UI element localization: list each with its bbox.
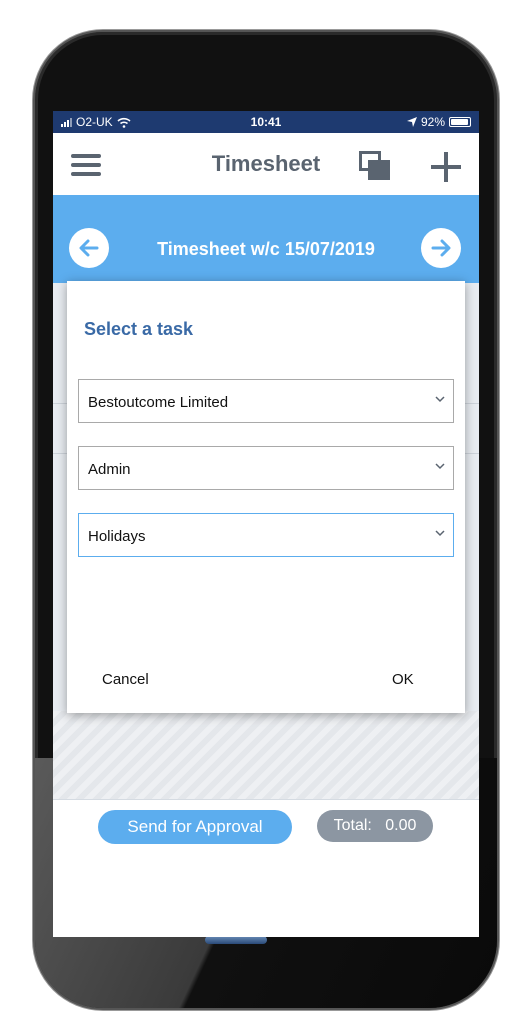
copy-icon[interactable] — [359, 151, 391, 181]
week-title: Timesheet w/c 15/07/2019 — [157, 239, 375, 259]
chevron-down-icon — [433, 459, 447, 473]
ok-button[interactable]: OK — [392, 671, 414, 688]
add-icon[interactable] — [431, 152, 461, 182]
battery-percent: 92% — [420, 115, 445, 129]
home-indicator[interactable] — [205, 936, 267, 944]
task-select[interactable]: Holidays — [78, 513, 454, 557]
hatched-area — [53, 711, 479, 799]
project-select-value: Admin — [88, 461, 131, 478]
location-arrow-icon — [406, 117, 417, 127]
status-bar: O2-UK 10:41 92% — [53, 111, 479, 133]
client-select[interactable]: Bestoutcome Limited — [78, 379, 454, 423]
phone-screen: O2-UK 10:41 92% Timesheet Timesheet w/c … — [53, 111, 479, 937]
client-select-value: Bestoutcome Limited — [88, 394, 229, 411]
total-value: 0.00 — [385, 817, 417, 834]
week-bar: Timesheet w/c 15/07/2019 — [53, 195, 479, 283]
next-week-button[interactable] — [421, 228, 461, 268]
task-select-value: Holidays — [88, 528, 146, 545]
total-label: Total: — [333, 817, 372, 834]
chevron-down-icon — [433, 392, 447, 406]
chevron-down-icon — [433, 526, 447, 540]
arrow-right-icon — [431, 239, 451, 257]
cancel-button[interactable]: Cancel — [102, 671, 149, 688]
app-header: Timesheet — [53, 133, 479, 195]
total-badge: Total: 0.00 — [317, 810, 433, 842]
page-title: Timesheet — [211, 151, 321, 176]
project-select[interactable]: Admin — [78, 446, 454, 490]
status-right: 92% — [406, 115, 471, 129]
dialog-title: Select a task — [84, 319, 194, 339]
send-for-approval-button[interactable]: Send for Approval — [98, 810, 292, 844]
battery-icon — [449, 117, 471, 127]
select-task-dialog: Select a task Bestoutcome Limited Admin … — [67, 281, 465, 713]
